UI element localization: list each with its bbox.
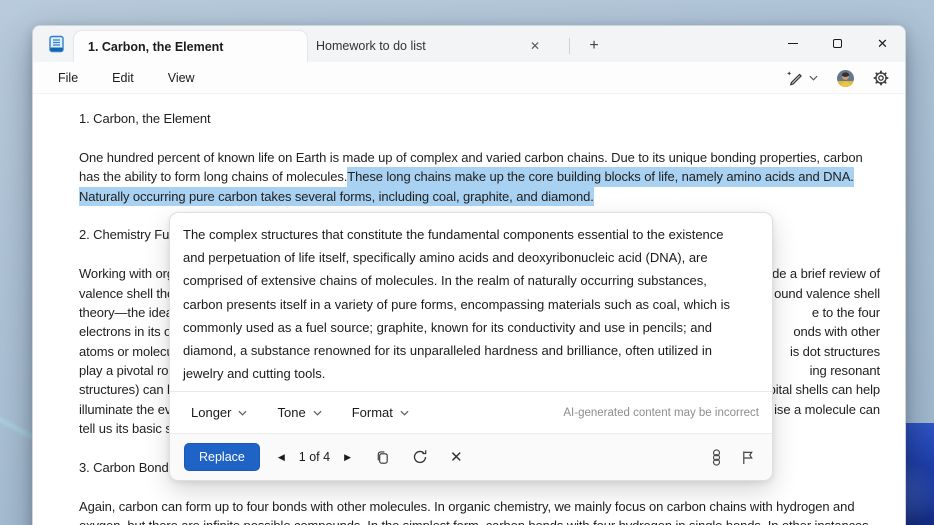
rewrite-dropdowns: Longer Tone Format (183, 400, 417, 425)
maximize-icon (833, 39, 842, 48)
copy-icon (375, 450, 390, 465)
doc-text-right-fragment: ound valence shell (774, 285, 880, 301)
tab-label: Homework to do list (316, 39, 426, 53)
wallpaper-bloom-swoosh (906, 423, 934, 525)
doc-line: Again, carbon can form up to four bonds … (79, 498, 855, 514)
menu-item[interactable]: View (158, 66, 205, 90)
menu-item[interactable]: Edit (102, 66, 144, 90)
account-button[interactable] (835, 68, 856, 89)
close-icon: ✕ (877, 36, 888, 51)
doc-text-right-fragment: e to the four (811, 304, 880, 320)
tab-label: 1. Carbon, the Element (88, 39, 224, 54)
close-button[interactable]: ✕ (860, 26, 905, 61)
user-avatar (837, 69, 854, 87)
rewrite-option-dropdown[interactable]: Tone (269, 400, 329, 425)
rewrite-text-line: jewelry and cutting tools. (183, 366, 326, 382)
doc-text-right-fragment: ise a molecule can (774, 401, 880, 417)
doc-text-right-fragment: onds with other (793, 324, 880, 340)
doc-paragraph-3: Again, carbon can form up to four bonds … (79, 497, 880, 525)
regenerate-icon (412, 449, 428, 465)
tab-close-button[interactable]: ✕ (524, 37, 546, 55)
doc-line: has the ability to form long chains of m… (79, 167, 880, 187)
credits-button[interactable] (706, 445, 727, 470)
suggestion-page-indicator: 1 of 4 (298, 450, 331, 465)
rewrite-text-line: carbon presents itself in a variety of p… (183, 296, 730, 312)
minimize-button[interactable] (770, 26, 815, 61)
selected-text: Naturally occurring pure carbon takes se… (79, 186, 594, 206)
window-controls: ✕ (770, 26, 905, 62)
report-flag-icon (741, 450, 754, 465)
rewrite-text-line: commonly used as a fuel source; graphite… (183, 319, 712, 335)
chevron-down-icon (400, 410, 409, 416)
rewrite-option-dropdown[interactable]: Format (344, 400, 417, 425)
copy-button[interactable] (371, 446, 394, 469)
regenerate-button[interactable] (408, 445, 432, 469)
chevron-down-icon (238, 410, 247, 416)
previous-suggestion-button[interactable]: ◀ (272, 448, 291, 467)
chevron-down-icon (313, 410, 322, 416)
doc-text-right-fragment: ing resonant (809, 363, 880, 379)
footer-right-icons (706, 445, 758, 470)
doc-text: One hundred percent of known life on Ear… (79, 149, 863, 165)
menu-items: File Edit View (48, 66, 205, 90)
next-suggestion-button[interactable]: ▶ (338, 448, 357, 467)
rewrite-suggestion-text: The complex structures that constitute t… (170, 213, 772, 385)
doc-line: oxygen, but there are infinite possible … (79, 516, 880, 525)
dismiss-x-icon: ✕ (450, 448, 463, 466)
tab-homework-to-do-list[interactable]: Homework to do list ✕ (316, 30, 556, 62)
settings-button[interactable] (871, 68, 891, 88)
selected-text: These long chains make up the core build… (347, 167, 854, 187)
doc-text: has the ability to form long chains of m… (79, 169, 348, 185)
minimize-icon (787, 43, 798, 44)
dropdown-label: Longer (191, 405, 232, 421)
dismiss-button[interactable]: ✕ (446, 446, 467, 469)
doc-text-right-fragment: is dot structures (789, 343, 880, 359)
rewrite-text-line: The complex structures that constitute t… (183, 227, 724, 242)
settings-gear-icon (873, 70, 889, 86)
rewrite-footer: Replace ◀ 1 of 4 ▶ ✕ (170, 433, 772, 480)
maximize-button[interactable] (815, 26, 860, 61)
dropdown-label: Format (351, 405, 393, 421)
new-tab-button[interactable]: + (581, 34, 607, 58)
notepad-icon (47, 35, 66, 54)
doc-text-right-fragment: rbital shells can help (764, 382, 880, 398)
rewrite-button[interactable] (784, 68, 820, 88)
doc-line: Naturally occurring pure carbon takes se… (79, 186, 880, 206)
rewrite-controls-row: Longer Tone Format AI-generated content … (170, 392, 772, 433)
titlebar: 1. Carbon, the Element Homework to do li… (33, 26, 905, 62)
rewrite-popup: The complex structures that constitute t… (169, 212, 773, 481)
rewrite-pen-sparkle-icon (786, 70, 804, 86)
credits-stack-icon (710, 448, 723, 466)
ai-disclaimer: AI-generated content may be incorrect (563, 406, 759, 419)
report-button[interactable] (737, 446, 758, 469)
replace-button[interactable]: Replace (184, 443, 260, 472)
doc-text-right-fragment: de a brief review of (772, 266, 880, 282)
menubar-right (784, 62, 891, 94)
menu-item[interactable]: File (48, 66, 88, 90)
rewrite-text-line: and perpetuation of life itself, specifi… (183, 250, 708, 266)
dropdown-label: Tone (277, 405, 306, 421)
rewrite-option-dropdown[interactable]: Longer (183, 400, 255, 425)
doc-paragraph-1: One hundred percent of known life on Ear… (79, 148, 880, 206)
menubar: File Edit View (33, 62, 905, 94)
chevron-down-icon (809, 75, 818, 81)
notepad-window: 1. Carbon, the Element Homework to do li… (32, 25, 906, 525)
rewrite-text-line: comprised of extensive chains of molecul… (183, 273, 707, 289)
tab-separator (569, 38, 570, 54)
doc-heading-1: 1. Carbon, the Element (79, 111, 211, 126)
tab-carbon-the-element[interactable]: 1. Carbon, the Element (73, 30, 308, 62)
rewrite-text-line: diamond, a substance renowned for its un… (183, 343, 712, 359)
desktop-wallpaper: 1. Carbon, the Element Homework to do li… (0, 0, 934, 525)
doc-line: One hundred percent of known life on Ear… (79, 148, 880, 167)
